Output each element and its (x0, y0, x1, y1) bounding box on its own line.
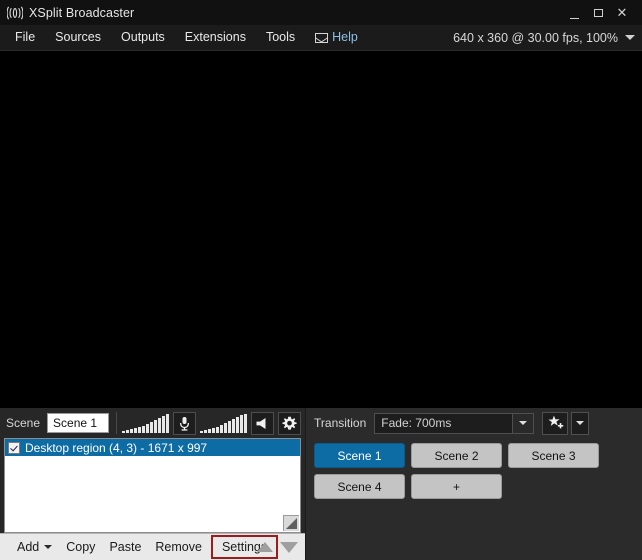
maximize-button[interactable] (586, 0, 610, 25)
title-bar: XSplit Broadcaster ✕ (0, 0, 642, 25)
scene-button-5[interactable]: + (411, 474, 503, 499)
copy-button[interactable]: Copy (59, 536, 102, 558)
minimize-icon (569, 18, 579, 19)
chevron-down-icon (576, 421, 585, 425)
paste-button[interactable]: Paste (102, 536, 148, 558)
chevron-down-icon[interactable] (625, 35, 635, 40)
add-button-label: Add (17, 540, 40, 554)
menu-bar: File Sources Outputs Extensions Tools He… (0, 25, 642, 51)
resolution-info: 640 x 360 @ 30.00 fps, 100% (453, 30, 618, 45)
speaker-icon (256, 417, 266, 429)
mail-icon (315, 32, 329, 43)
meter-bar (204, 429, 208, 433)
list-item[interactable]: Desktop region (4, 3) - 1671 x 997 (5, 439, 301, 456)
scene-toolbar: Scene Scene 1 (0, 408, 305, 438)
scenes-panel: Transition Fade: 700ms Scene 1 Scene 2 S… (305, 408, 642, 560)
meter-bar (200, 430, 204, 433)
meter-bar (208, 428, 212, 433)
meter-bar (244, 413, 248, 433)
scene-button-label: Scene 4 (337, 479, 382, 494)
source-label: Desktop region (4, 3) - 1671 x 997 (25, 440, 208, 455)
speaker-button[interactable] (251, 411, 275, 435)
meter-bar (134, 427, 138, 433)
meter-bar (212, 427, 216, 433)
source-visibility-checkbox[interactable] (8, 441, 20, 454)
meter-bar (122, 430, 126, 433)
menu-tools[interactable]: Tools (256, 25, 305, 50)
microphone-button[interactable] (173, 411, 197, 435)
menu-help[interactable]: Help (305, 25, 368, 50)
menu-file[interactable]: File (5, 25, 45, 50)
meter-bar (220, 424, 224, 433)
scene-button-label: + (453, 479, 461, 494)
meter-bar (138, 426, 142, 433)
menu-help-label: Help (332, 30, 358, 44)
add-scene-preset-button[interactable] (542, 411, 569, 435)
meter-bar (240, 414, 244, 433)
sources-panel: Scene Scene 1 Desktop region (4, 3) - 16… (0, 408, 306, 560)
meter-bar (146, 423, 150, 433)
minimize-button[interactable] (562, 0, 586, 25)
meter-bar (126, 429, 130, 433)
triangle-up-icon[interactable] (257, 542, 274, 552)
meter-bar (154, 419, 158, 433)
panel-resize-grip[interactable] (283, 515, 300, 531)
scene-button-2[interactable]: Scene 2 (411, 443, 503, 468)
meter-bar (224, 422, 228, 433)
transition-label: Transition (314, 416, 367, 430)
chevron-down-icon (44, 545, 53, 549)
meter-bar (216, 426, 220, 433)
broadcast-waves-icon (6, 4, 24, 22)
meter-bar (158, 417, 162, 433)
window-title: XSplit Broadcaster (29, 5, 135, 20)
scene-label: Scene (6, 416, 41, 430)
scene-button-1[interactable]: Scene 1 (314, 443, 406, 468)
triangle-down-icon[interactable] (280, 541, 299, 553)
xsplit-broadcaster-window: XSplit Broadcaster ✕ File Sources Output… (0, 0, 642, 560)
reorder-controls (257, 541, 299, 553)
meter-bar (142, 425, 146, 433)
microphone-icon (179, 416, 190, 431)
meter-bar (162, 415, 166, 433)
gear-icon (282, 416, 297, 430)
add-button[interactable]: Add (10, 536, 59, 558)
transition-value: Fade: 700ms (381, 416, 452, 430)
scene-button-3[interactable]: Scene 3 (508, 443, 600, 468)
transition-toolbar: Transition Fade: 700ms (306, 408, 642, 438)
add-favorite-star-icon (548, 415, 563, 429)
menu-extensions[interactable]: Extensions (175, 25, 256, 50)
meter-bar (228, 420, 232, 433)
remove-button[interactable]: Remove (148, 536, 209, 558)
chevron-down-icon (519, 421, 528, 425)
meter-bar (150, 421, 154, 433)
scene-button-label: Scene 1 (337, 448, 382, 463)
transition-dropdown-button[interactable] (512, 413, 534, 433)
scene-name-input[interactable]: Scene 1 (47, 413, 110, 433)
menu-sources[interactable]: Sources (45, 25, 111, 50)
meter-bar (232, 418, 236, 433)
scene-buttons-grid: Scene 1 Scene 2 Scene 3 Scene 4 + (306, 438, 642, 499)
window-controls: ✕ (562, 0, 642, 25)
meter-bar (236, 416, 240, 433)
meter-bar (166, 413, 170, 433)
sources-action-bar: Add Copy Paste Remove Settings (0, 533, 306, 560)
bottom-dock: Scene Scene 1 Desktop region (4, 3) - 16… (0, 408, 642, 560)
transition-select[interactable]: Fade: 700ms (374, 412, 535, 434)
toolbar-divider (116, 412, 118, 434)
scene-button-label: Scene 2 (434, 448, 479, 463)
speaker-level-meter (200, 413, 248, 433)
sources-list[interactable]: Desktop region (4, 3) - 1671 x 997 (4, 438, 302, 533)
microphone-level-meter (122, 413, 170, 433)
meter-bar (130, 428, 134, 433)
scene-preset-dropdown-button[interactable] (571, 411, 590, 435)
close-button[interactable]: ✕ (610, 0, 642, 25)
scene-button-label: Scene 3 (531, 448, 576, 463)
menu-outputs[interactable]: Outputs (111, 25, 175, 50)
preview-canvas[interactable] (0, 51, 642, 408)
maximize-icon (593, 8, 603, 17)
scene-button-4[interactable]: Scene 4 (314, 474, 406, 499)
audio-settings-button[interactable] (278, 411, 302, 435)
